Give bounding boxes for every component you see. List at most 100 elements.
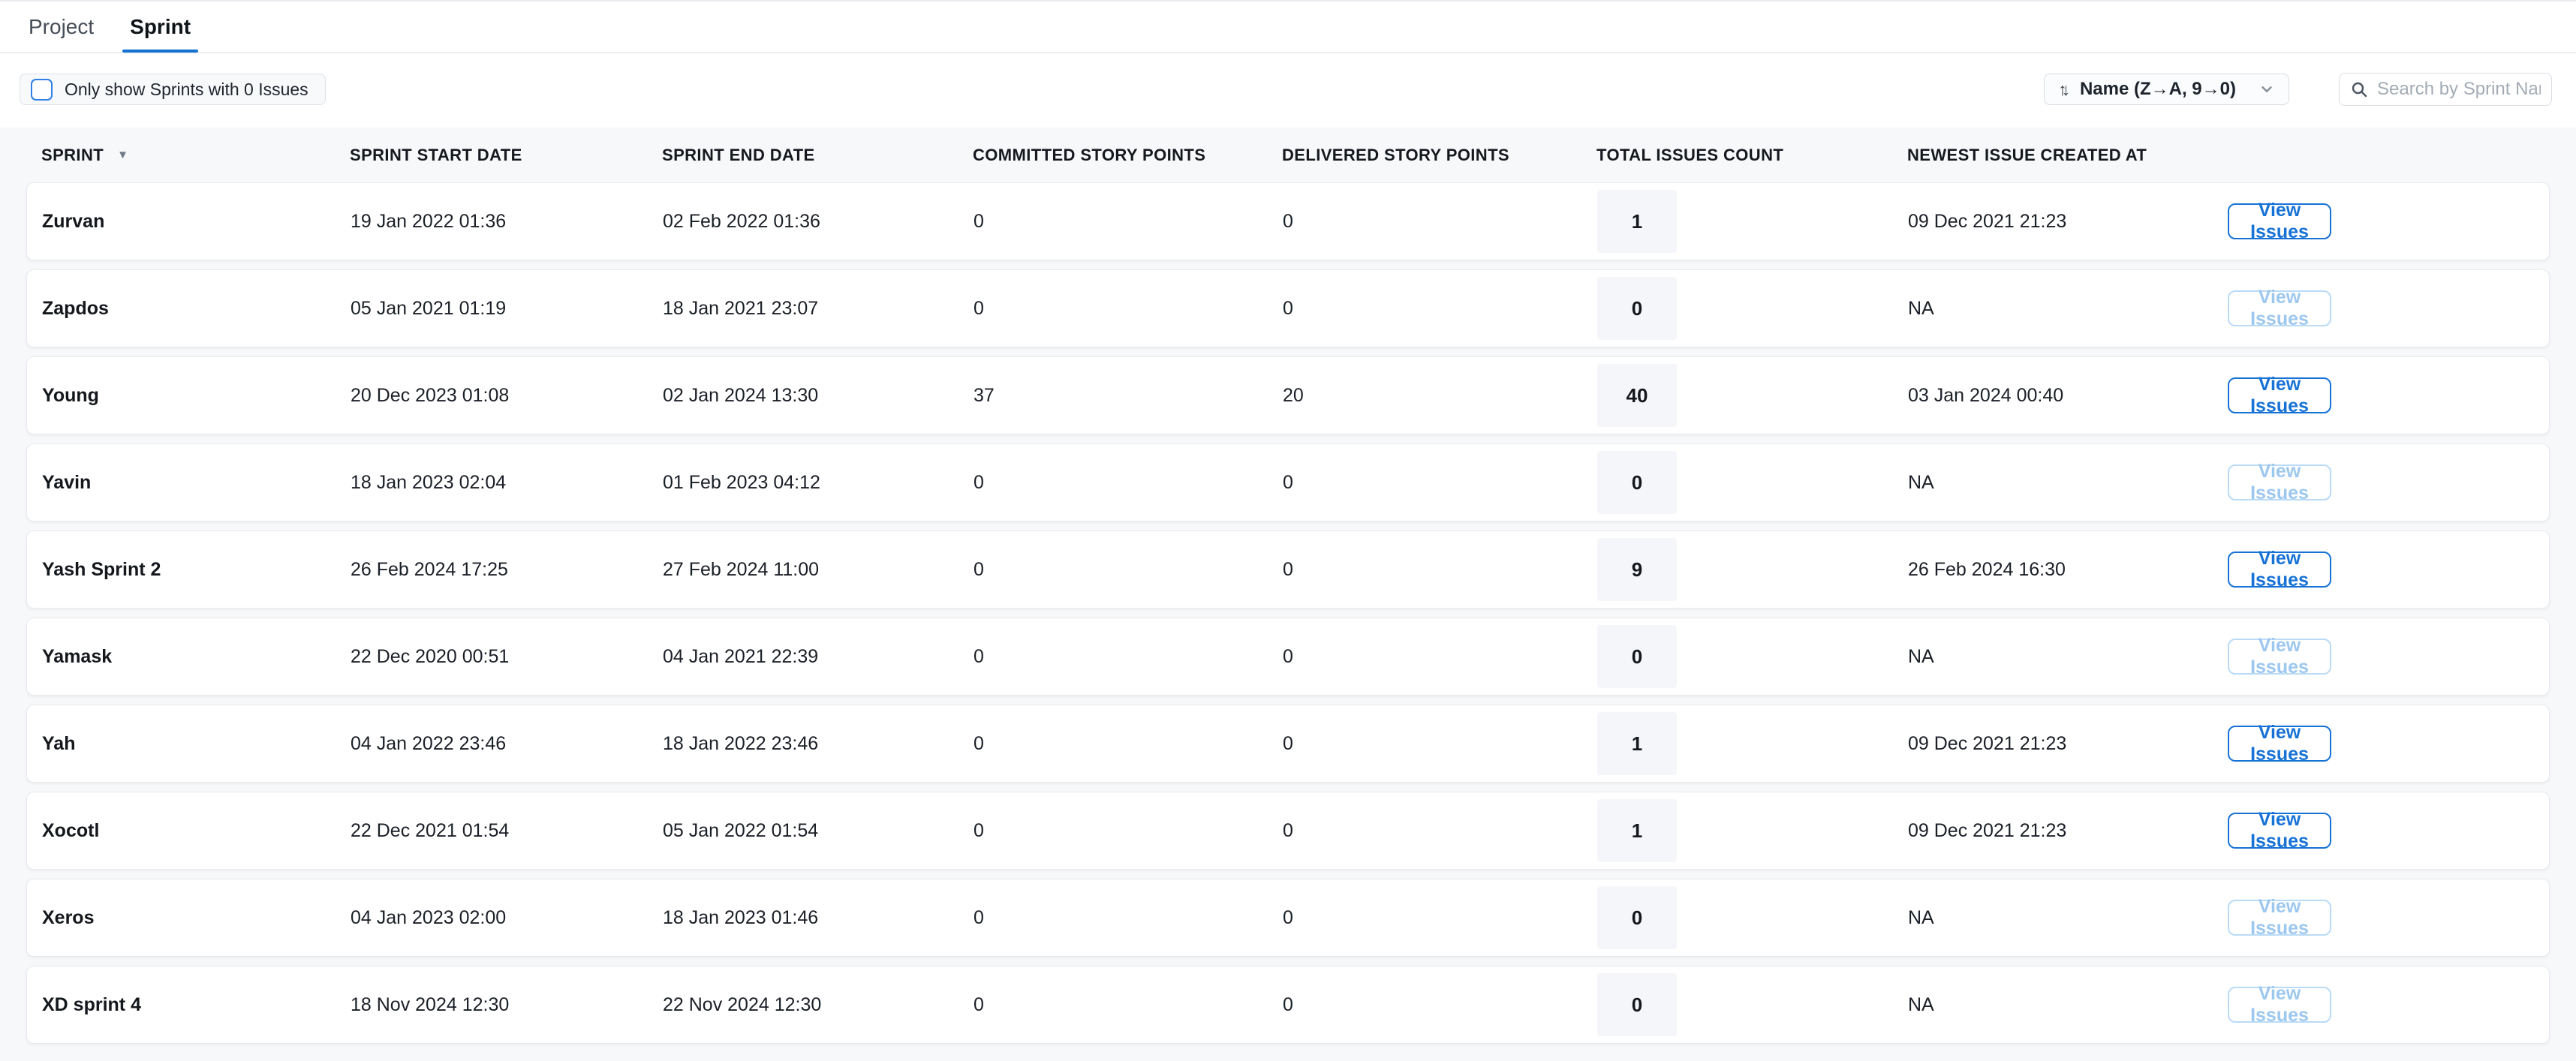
sort-arrows-icon: ↑↓ [2058, 80, 2065, 100]
committed-story-points: 0 [974, 994, 1283, 1016]
view-issues-button[interactable]: View Issues [2228, 813, 2331, 849]
sort-dropdown[interactable]: ↑↓ Name (Z→A, 9→0) [2044, 74, 2289, 105]
column-header-newest: NEWEST ISSUE CREATED AT [1907, 146, 2227, 165]
sprint-name: Yavin [42, 472, 351, 494]
search-input[interactable] [2377, 79, 2541, 100]
committed-story-points: 0 [974, 733, 1283, 755]
sprint-start-date: 20 Dec 2023 01:08 [351, 385, 663, 407]
total-issues-badge: 1 [1597, 799, 1677, 862]
newest-issue-created: 09 Dec 2021 21:23 [1908, 733, 2228, 755]
table-body: Zurvan 19 Jan 2022 01:36 02 Feb 2022 01:… [26, 182, 2550, 1044]
search-field [2339, 73, 2552, 106]
column-header-start-date: SPRINT START DATE [350, 146, 662, 165]
column-header-committed: COMMITTED STORY POINTS [973, 146, 1282, 165]
sort-selected-label: Name (Z→A, 9→0) [2080, 79, 2236, 100]
sort-direction-icon: ▼ [117, 149, 128, 161]
total-issues-badge: 0 [1597, 886, 1677, 949]
delivered-story-points: 0 [1283, 820, 1597, 842]
total-issues-badge: 1 [1597, 712, 1677, 775]
sprint-end-date: 18 Jan 2021 23:07 [663, 298, 974, 320]
view-issues-button[interactable]: View Issues [2228, 987, 2331, 1023]
committed-story-points: 0 [974, 298, 1283, 320]
tab-sprint[interactable]: Sprint [122, 2, 198, 53]
table-row: Zurvan 19 Jan 2022 01:36 02 Feb 2022 01:… [26, 182, 2550, 260]
sprint-end-date: 01 Feb 2023 04:12 [663, 472, 974, 494]
sprint-start-date: 26 Feb 2024 17:25 [351, 559, 663, 581]
sprint-start-date: 22 Dec 2021 01:54 [351, 820, 663, 842]
committed-story-points: 0 [974, 211, 1283, 233]
tab-sprint-label: Sprint [130, 15, 191, 39]
total-issues-badge: 0 [1597, 277, 1677, 340]
view-issues-button[interactable]: View Issues [2228, 639, 2331, 675]
newest-issue-created: 09 Dec 2021 21:23 [1908, 211, 2228, 233]
view-issues-button[interactable]: View Issues [2228, 464, 2331, 500]
column-header-end-date: SPRINT END DATE [662, 146, 973, 165]
newest-issue-created: NA [1908, 646, 2228, 668]
total-issues-badge: 9 [1597, 538, 1677, 601]
committed-story-points: 0 [974, 820, 1283, 842]
delivered-story-points: 0 [1283, 472, 1597, 494]
newest-issue-created: 09 Dec 2021 21:23 [1908, 820, 2228, 842]
zero-issues-checkbox[interactable] [31, 79, 53, 101]
view-issues-button[interactable]: View Issues [2228, 726, 2331, 762]
column-header-total-count: TOTAL ISSUES COUNT [1596, 146, 1907, 165]
delivered-story-points: 0 [1283, 994, 1597, 1016]
total-issues-badge: 0 [1597, 625, 1677, 688]
sprint-name: Xeros [42, 907, 351, 929]
sprint-name: Zapdos [42, 298, 351, 320]
sprint-name: Yash Sprint 2 [42, 559, 351, 581]
delivered-story-points: 0 [1283, 211, 1597, 233]
table-row: Yash Sprint 2 26 Feb 2024 17:25 27 Feb 2… [26, 530, 2550, 609]
total-issues-badge: 0 [1597, 451, 1677, 514]
sprint-name: XD sprint 4 [42, 994, 351, 1016]
zero-issues-filter[interactable]: Only show Sprints with 0 Issues [20, 74, 326, 105]
committed-story-points: 37 [974, 385, 1283, 407]
delivered-story-points: 0 [1283, 907, 1597, 929]
table-row: Xeros 04 Jan 2023 02:00 18 Jan 2023 01:4… [26, 879, 2550, 957]
tab-project-label: Project [29, 15, 94, 39]
chevron-down-icon [2259, 81, 2275, 98]
sprint-start-date: 04 Jan 2022 23:46 [351, 733, 663, 755]
sprint-name: Young [42, 385, 351, 407]
sprint-end-date: 02 Jan 2024 13:30 [663, 385, 974, 407]
committed-story-points: 0 [974, 646, 1283, 668]
sprint-end-date: 05 Jan 2022 01:54 [663, 820, 974, 842]
tabs-bar: Project Sprint [0, 0, 2576, 53]
sprint-name: Yah [42, 733, 351, 755]
sprint-start-date: 18 Nov 2024 12:30 [351, 994, 663, 1016]
sprint-start-date: 22 Dec 2020 00:51 [351, 646, 663, 668]
delivered-story-points: 0 [1283, 646, 1597, 668]
sprint-name: Yamask [42, 646, 351, 668]
sprint-start-date: 05 Jan 2021 01:19 [351, 298, 663, 320]
table-row: Xocotl 22 Dec 2021 01:54 05 Jan 2022 01:… [26, 792, 2550, 870]
table-row: XD sprint 4 18 Nov 2024 12:30 22 Nov 202… [26, 966, 2550, 1044]
newest-issue-created: NA [1908, 472, 2228, 494]
sprint-end-date: 18 Jan 2022 23:46 [663, 733, 974, 755]
table-row: Yah 04 Jan 2022 23:46 18 Jan 2022 23:46 … [26, 705, 2550, 783]
table-row: Yavin 18 Jan 2023 02:04 01 Feb 2023 04:1… [26, 443, 2550, 521]
zero-issues-label: Only show Sprints with 0 Issues [65, 80, 308, 100]
delivered-story-points: 0 [1283, 733, 1597, 755]
controls-row: Only show Sprints with 0 Issues ↑↓ Name … [20, 74, 2552, 105]
total-issues-badge: 1 [1597, 190, 1677, 253]
newest-issue-created: NA [1908, 994, 2228, 1016]
sprint-start-date: 19 Jan 2022 01:36 [351, 211, 663, 233]
view-issues-button[interactable]: View Issues [2228, 377, 2331, 413]
newest-issue-created: NA [1908, 298, 2228, 320]
newest-issue-created: 26 Feb 2024 16:30 [1908, 559, 2228, 581]
tab-project[interactable]: Project [21, 2, 101, 53]
committed-story-points: 0 [974, 907, 1283, 929]
sprint-name: Zurvan [42, 211, 351, 233]
newest-issue-created: NA [1908, 907, 2228, 929]
column-header-sprint[interactable]: SPRINT ▼ [41, 146, 350, 165]
view-issues-button[interactable]: View Issues [2228, 290, 2331, 326]
sprint-table: SPRINT ▼ SPRINT START DATE SPRINT END DA… [0, 128, 2576, 1061]
view-issues-button[interactable]: View Issues [2228, 203, 2331, 239]
newest-issue-created: 03 Jan 2024 00:40 [1908, 385, 2228, 407]
delivered-story-points: 0 [1283, 298, 1597, 320]
total-issues-badge: 0 [1597, 973, 1677, 1036]
view-issues-button[interactable]: View Issues [2228, 552, 2331, 588]
table-row: Zapdos 05 Jan 2021 01:19 18 Jan 2021 23:… [26, 269, 2550, 347]
view-issues-button[interactable]: View Issues [2228, 900, 2331, 936]
sprint-name: Xocotl [42, 820, 351, 842]
